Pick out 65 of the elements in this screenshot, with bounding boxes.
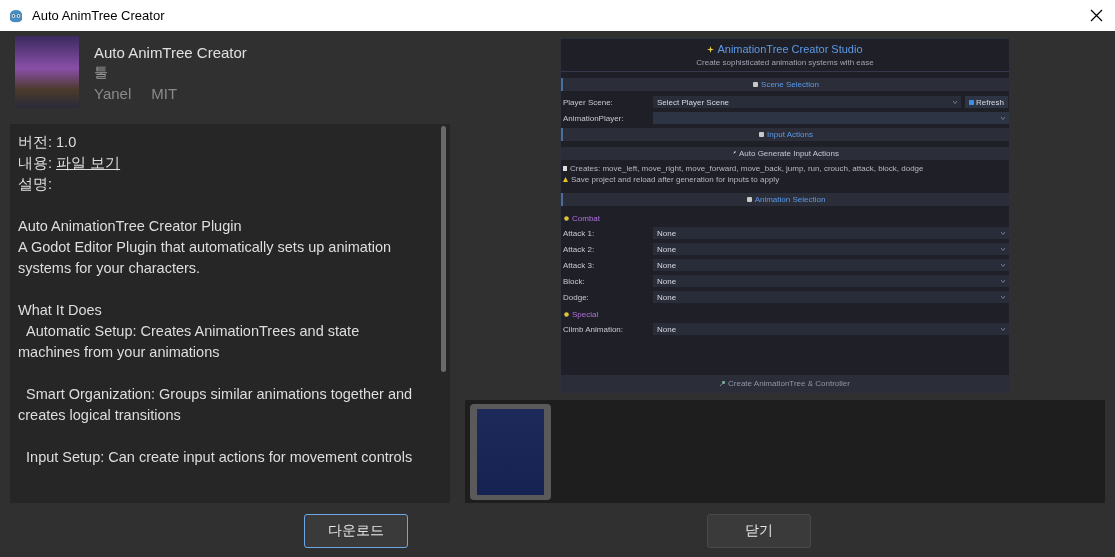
- caret-icon: [1001, 231, 1005, 235]
- section-title: Scene Selection: [761, 80, 819, 89]
- preview-title: AnimationTree Creator Studio: [717, 43, 863, 55]
- description-text: Input Setup: Can create input actions for movement controls: [25, 448, 414, 467]
- close-icon[interactable]: [1090, 9, 1103, 22]
- section-title: Animation Selection: [754, 195, 826, 204]
- field-label: Player Scene:: [563, 97, 614, 107]
- section-icon: [746, 197, 752, 202]
- field-label: Attack 2:: [563, 244, 596, 254]
- note-text: Creates: move_left, move_right, move_forward, move_back, jump, run, crouch, attack, block, dodge: [570, 164, 924, 173]
- screenshot-thumbnail[interactable]: [470, 403, 551, 500]
- app-icon: [8, 7, 24, 24]
- dropdown[interactable]: None: [653, 227, 1009, 239]
- asset-name: Auto AnimTree Creator: [94, 44, 247, 61]
- section-icon: [759, 132, 765, 137]
- refresh-button[interactable]: Refresh: [965, 96, 1008, 108]
- field-label: Dodge:: [563, 292, 590, 302]
- caret-icon: [1001, 295, 1005, 299]
- caret-icon: [1001, 327, 1005, 331]
- dropdown[interactable]: None: [653, 259, 1009, 271]
- download-button[interactable]: 다운로드: [304, 513, 408, 548]
- section-title: Input Actions: [767, 130, 813, 139]
- section-icon: [753, 82, 759, 87]
- caret-icon: [953, 100, 957, 104]
- create-button[interactable]: Create AnimationTree & Controller: [561, 375, 1009, 392]
- caret-icon: [1001, 247, 1005, 251]
- description-text: Automatic Setup: Creates AnimationTrees and state machines from your animations: [18, 322, 361, 362]
- author-name: Yanel: [94, 85, 132, 102]
- clipboard-icon: [563, 166, 567, 171]
- asset-category: 툴: [94, 64, 109, 82]
- generate-button[interactable]: Auto Generate Input Actions: [561, 147, 1009, 160]
- group-title: Combat: [572, 214, 600, 223]
- version-text: 버전: 1.0: [18, 134, 77, 150]
- dropdown[interactable]: None: [653, 275, 1009, 287]
- scrollbar-thumb[interactable]: [441, 126, 446, 372]
- warning-icon: [563, 177, 568, 182]
- close-button[interactable]: 닫기: [707, 513, 811, 548]
- description-text: Smart Organization: Groups similar animations together and creates logical transitions: [18, 385, 414, 425]
- window-title: Auto AnimTree Creator: [32, 8, 166, 23]
- field-label: Attack 3:: [563, 260, 596, 270]
- group-icon: [564, 312, 569, 317]
- caret-icon: [1001, 116, 1005, 120]
- view-files-link[interactable]: 파일 보기: [56, 155, 121, 171]
- description-text: What It Does: [18, 301, 103, 320]
- field-label: Climb Animation:: [563, 324, 625, 334]
- plugin-artwork: [15, 36, 79, 108]
- dropdown[interactable]: None: [653, 323, 1009, 335]
- preview-subtitle: Create sophisticated animation systems with ease: [695, 58, 875, 67]
- description-text: Auto AnimationTree Creator Plugin: [18, 217, 243, 236]
- field-label: AnimationPlayer:: [563, 113, 625, 123]
- caret-icon: [1001, 279, 1005, 283]
- content-label: 내용:: [18, 155, 54, 171]
- dropdown[interactable]: None: [653, 291, 1009, 303]
- description-text: A Godot Editor Plugin that automatically sets up animation systems for your characters.: [18, 238, 393, 278]
- warning-text: Save project and reload after generation for inputs to apply: [571, 175, 780, 184]
- group-icon: [564, 216, 569, 221]
- dropdown[interactable]: Select Player Scene: [653, 96, 961, 108]
- group-title: Special: [572, 310, 599, 319]
- field-label: Attack 1:: [563, 228, 596, 238]
- caret-icon: [1001, 263, 1005, 267]
- dropdown[interactable]: None: [653, 243, 1009, 255]
- description-label: 설명:: [18, 176, 53, 192]
- license-label: MIT: [151, 85, 178, 102]
- field-label: Block:: [563, 276, 586, 286]
- sparkle-icon: [707, 45, 715, 53]
